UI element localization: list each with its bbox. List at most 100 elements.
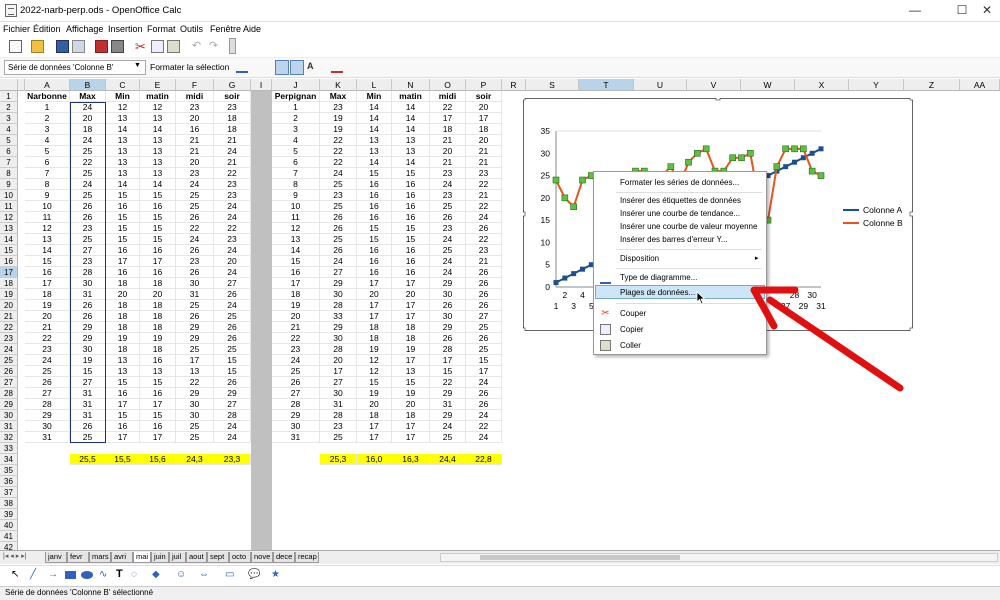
table-cell[interactable]: 23 bbox=[214, 234, 251, 245]
table-cell[interactable]: 22 bbox=[430, 377, 466, 388]
table-cell[interactable]: 16 bbox=[392, 256, 430, 267]
average-cell[interactable]: 15,6 bbox=[140, 454, 176, 465]
table-cell[interactable]: 29 bbox=[214, 388, 251, 399]
paste-icon[interactable] bbox=[167, 40, 180, 53]
table-cell[interactable]: 23 bbox=[466, 168, 502, 179]
table-header-cell[interactable]: midi bbox=[430, 91, 466, 102]
new-document-icon[interactable] bbox=[9, 40, 22, 53]
table-cell[interactable]: 28 bbox=[25, 399, 70, 410]
table-cell[interactable]: 13 bbox=[140, 157, 176, 168]
table-cell[interactable]: 13 bbox=[272, 234, 320, 245]
table-cell[interactable]: 14 bbox=[140, 124, 176, 135]
row-header[interactable]: 12 bbox=[0, 212, 18, 223]
average-cell[interactable]: 22,8 bbox=[466, 454, 502, 465]
table-cell[interactable]: 19 bbox=[320, 113, 357, 124]
data-point-a[interactable] bbox=[818, 146, 824, 152]
average-cell[interactable]: 23,3 bbox=[214, 454, 251, 465]
column-header[interactable] bbox=[18, 79, 25, 91]
table-cell[interactable]: 18 bbox=[430, 124, 466, 135]
table-cell[interactable]: 2 bbox=[25, 113, 70, 124]
table-cell[interactable]: 19 bbox=[392, 344, 430, 355]
table-cell[interactable]: 15 bbox=[214, 366, 251, 377]
table-cell[interactable]: 17 bbox=[466, 366, 502, 377]
table-cell[interactable]: 21 bbox=[466, 190, 502, 201]
table-cell[interactable]: 20 bbox=[214, 256, 251, 267]
table-cell[interactable]: 13 bbox=[176, 366, 214, 377]
table-cell[interactable]: 15 bbox=[357, 223, 392, 234]
table-cell[interactable]: 1 bbox=[25, 102, 70, 113]
table-cell[interactable]: 12 bbox=[357, 366, 392, 377]
table-cell[interactable]: 24 bbox=[214, 212, 251, 223]
table-cell[interactable]: 16 bbox=[140, 355, 176, 366]
table-cell[interactable]: 24 bbox=[25, 355, 70, 366]
table-cell[interactable]: 24 bbox=[320, 256, 357, 267]
table-cell[interactable]: 25 bbox=[70, 234, 106, 245]
print-icon[interactable] bbox=[111, 40, 124, 53]
table-cell[interactable]: 18 bbox=[392, 322, 430, 333]
table-cell[interactable]: 7 bbox=[25, 168, 70, 179]
rectangle-icon[interactable] bbox=[65, 571, 76, 579]
table-cell[interactable]: 27 bbox=[320, 267, 357, 278]
menu-outils[interactable]: Outils bbox=[180, 24, 203, 34]
table-cell[interactable]: 27 bbox=[320, 377, 357, 388]
table-cell[interactable]: 30 bbox=[176, 278, 214, 289]
row-header[interactable]: 19 bbox=[0, 289, 18, 300]
table-cell[interactable]: 26 bbox=[70, 201, 106, 212]
table-cell[interactable]: 18 bbox=[272, 289, 320, 300]
table-cell[interactable]: 24 bbox=[430, 234, 466, 245]
table-cell[interactable]: 17 bbox=[25, 278, 70, 289]
table-cell[interactable]: 18 bbox=[106, 322, 140, 333]
row-header[interactable]: 28 bbox=[0, 388, 18, 399]
table-cell[interactable]: 26 bbox=[272, 377, 320, 388]
table-cell[interactable]: 26 bbox=[430, 333, 466, 344]
table-cell[interactable]: 31 bbox=[320, 399, 357, 410]
table-cell[interactable]: 15 bbox=[140, 377, 176, 388]
ctx-insert-data-labels[interactable]: Insérer des étiquettes de données bbox=[620, 194, 741, 207]
table-cell[interactable]: 18 bbox=[140, 300, 176, 311]
table-cell[interactable]: 13 bbox=[106, 113, 140, 124]
row-header[interactable]: 32 bbox=[0, 432, 18, 443]
table-cell[interactable]: 21 bbox=[214, 157, 251, 168]
table-cell[interactable]: 15 bbox=[106, 377, 140, 388]
table-cell[interactable]: 22 bbox=[466, 201, 502, 212]
table-cell[interactable]: 15 bbox=[272, 256, 320, 267]
table-cell[interactable]: 20 bbox=[466, 102, 502, 113]
column-header[interactable]: AA bbox=[960, 79, 1000, 91]
table-cell[interactable]: 3 bbox=[272, 124, 320, 135]
table-cell[interactable]: 27 bbox=[272, 388, 320, 399]
table-cell[interactable]: 17 bbox=[357, 432, 392, 443]
data-point-a[interactable] bbox=[562, 275, 568, 281]
table-cell[interactable]: 30 bbox=[25, 421, 70, 432]
table-cell[interactable]: 20 bbox=[25, 311, 70, 322]
sheet-tab-nove[interactable]: nove bbox=[251, 552, 273, 563]
table-cell[interactable]: 22 bbox=[466, 234, 502, 245]
menu-fichier[interactable]: Fichier bbox=[3, 24, 30, 34]
table-cell[interactable]: 26 bbox=[466, 388, 502, 399]
table-cell[interactable]: 23 bbox=[176, 256, 214, 267]
table-cell[interactable]: 20 bbox=[320, 355, 357, 366]
ctx-insert-error-bars[interactable]: Insérer des barres d'erreur Y... bbox=[620, 233, 728, 246]
chart-resize-handle[interactable] bbox=[523, 211, 526, 217]
table-cell[interactable]: 14 bbox=[140, 179, 176, 190]
row-header[interactable]: 31 bbox=[0, 421, 18, 432]
table-cell[interactable]: 23 bbox=[176, 168, 214, 179]
table-cell[interactable]: 13 bbox=[140, 146, 176, 157]
table-cell[interactable]: 23 bbox=[176, 102, 214, 113]
table-cell[interactable]: 20 bbox=[140, 289, 176, 300]
table-cell[interactable]: 14 bbox=[357, 124, 392, 135]
sheet-tab-aout[interactable]: aout bbox=[186, 552, 207, 563]
table-cell[interactable]: 17 bbox=[140, 399, 176, 410]
table-cell[interactable]: 15 bbox=[140, 223, 176, 234]
table-header-cell[interactable]: soir bbox=[466, 91, 502, 102]
table-cell[interactable]: 22 bbox=[70, 157, 106, 168]
table-cell[interactable]: 26 bbox=[430, 300, 466, 311]
row-header[interactable]: 11 bbox=[0, 201, 18, 212]
row-header[interactable]: 20 bbox=[0, 300, 18, 311]
table-cell[interactable]: 22 bbox=[430, 102, 466, 113]
table-cell[interactable]: 11 bbox=[272, 212, 320, 223]
data-point-b-selected[interactable] bbox=[782, 145, 789, 153]
table-cell[interactable]: 25 bbox=[70, 168, 106, 179]
redo-icon[interactable]: ↷ bbox=[207, 40, 220, 53]
table-cell[interactable]: 20 bbox=[357, 289, 392, 300]
chart-resize-handle[interactable] bbox=[909, 211, 913, 217]
